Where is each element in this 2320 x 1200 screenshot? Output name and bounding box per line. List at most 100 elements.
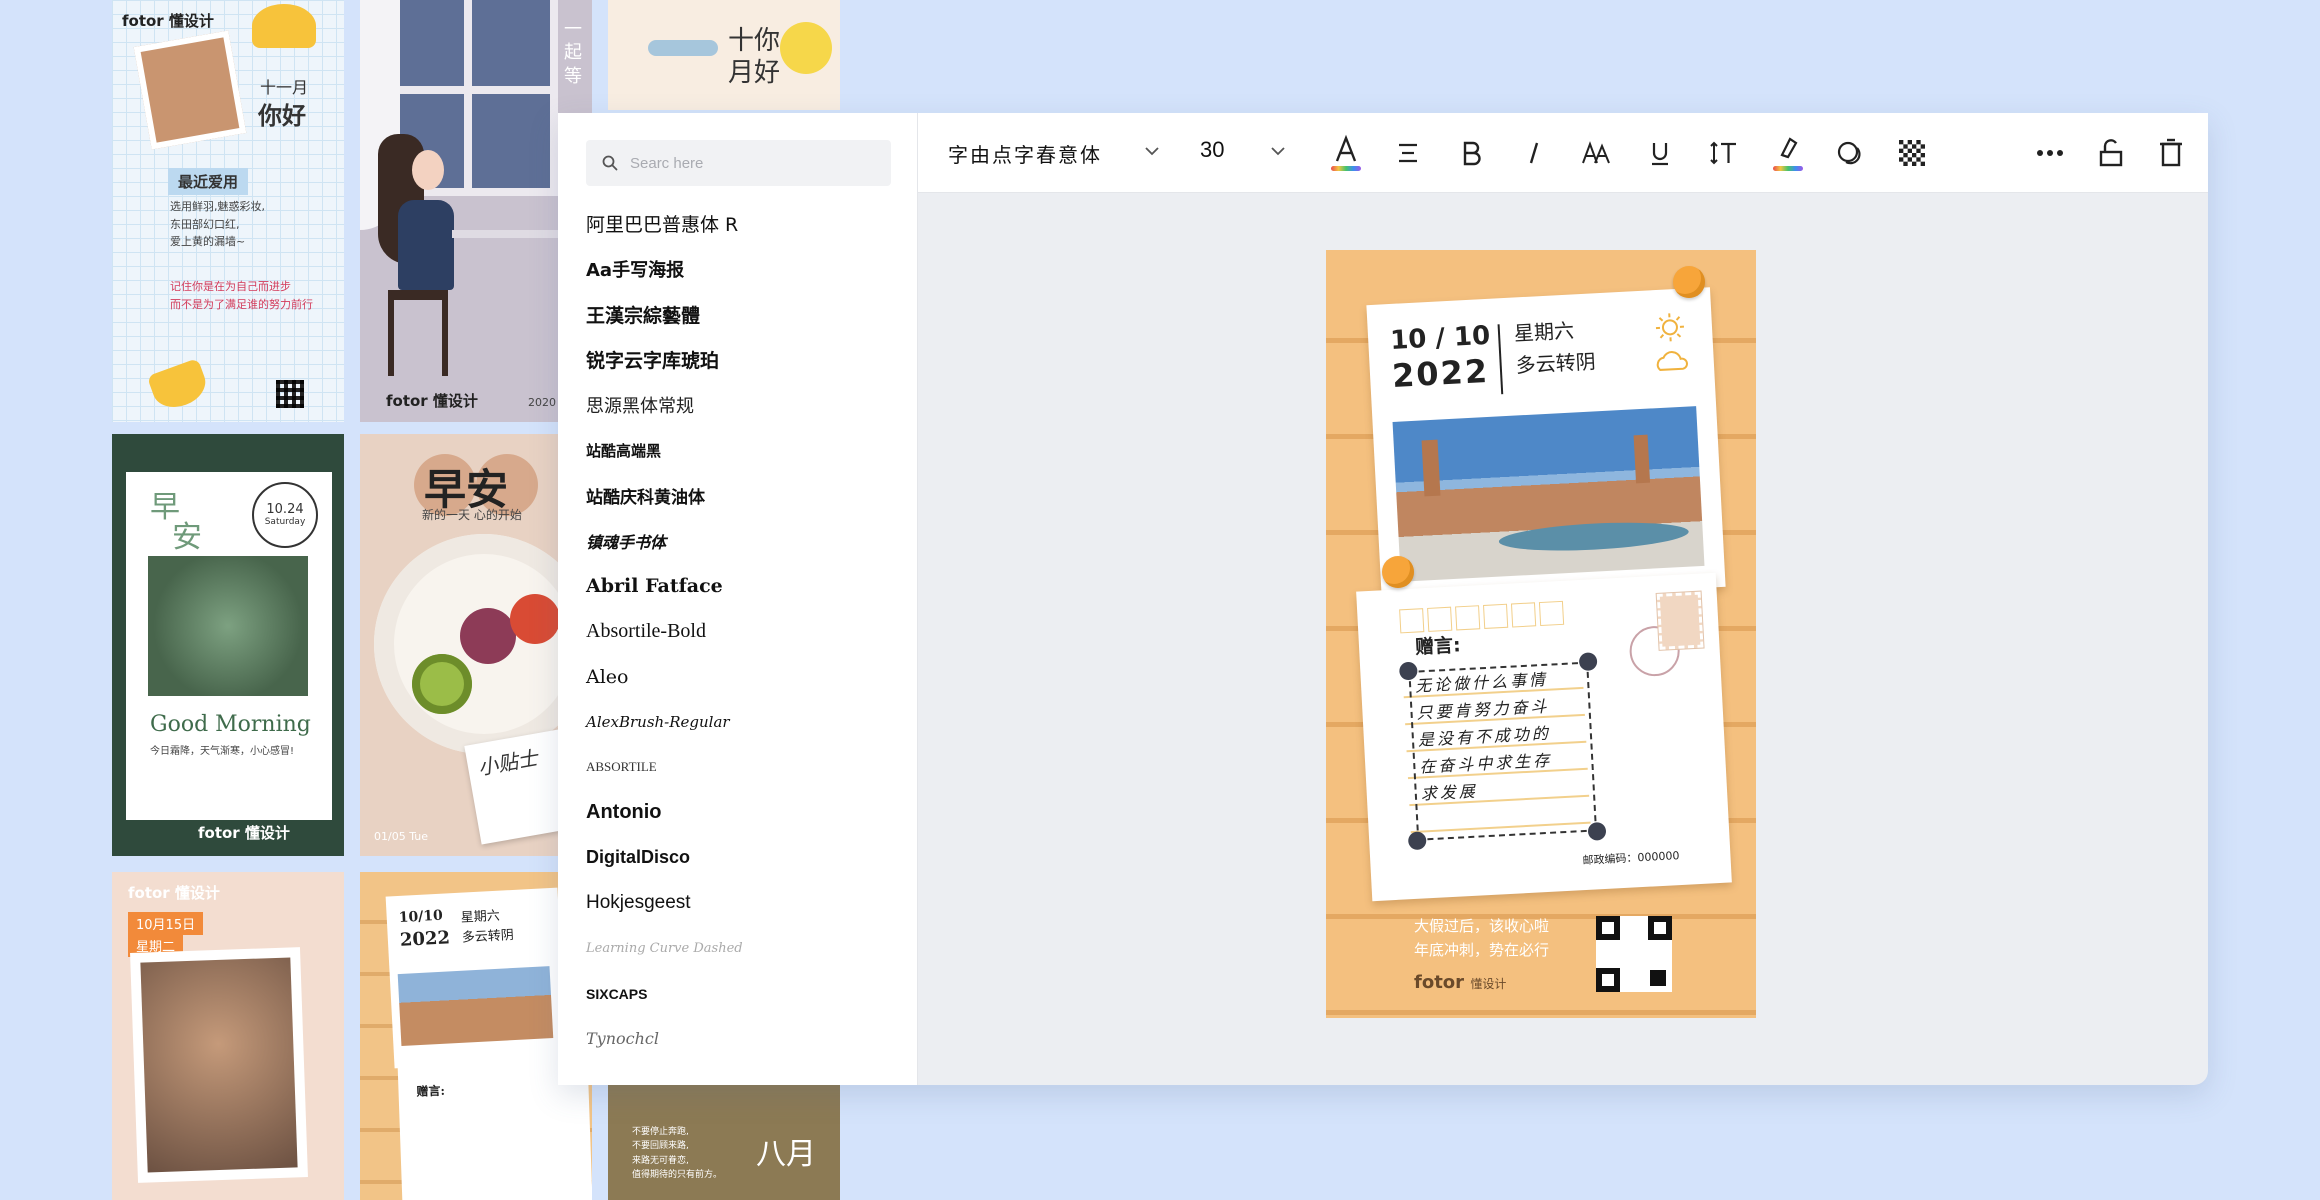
photo-card[interactable]: 10 / 10 2022 星期六 多云转阴 — [1366, 287, 1726, 605]
delete-button[interactable] — [2149, 131, 2193, 175]
template-card-november[interactable]: 十你 月好 — [608, 0, 840, 110]
date-circle: 10.24 Saturday — [252, 482, 318, 548]
more-icon — [2037, 150, 2063, 156]
template-greeting: Good Morning — [150, 712, 311, 737]
underline-icon — [1652, 143, 1668, 166]
font-option[interactable]: Aa手写海报 — [586, 246, 886, 291]
italic-icon — [1529, 142, 1539, 164]
lock-button[interactable] — [2089, 131, 2133, 175]
font-picker-panel: 阿里巴巴普惠体 RAa手写海报王漢宗綜藝體锐字云字库琥珀思源黑体常规站酷高端黑站… — [558, 113, 918, 1085]
text-color-button[interactable] — [1324, 131, 1368, 175]
template-card-beauty[interactable]: fotor 懂设计 十一月 你好 最近爱用 选用鲜羽,魅惑彩妆, 东田部幻口红,… — [112, 0, 344, 422]
pushpin-icon — [1382, 556, 1414, 588]
font-option[interactable]: Tynochcl — [586, 1016, 886, 1061]
font-option[interactable]: 站酷高端黑 — [586, 427, 886, 472]
font-option[interactable]: Learning Curve Dashed — [586, 926, 886, 971]
font-option[interactable]: 镇魂手书体 — [586, 518, 886, 563]
date-divider — [1497, 324, 1504, 395]
sun-decoration — [780, 22, 832, 74]
letter-case-button[interactable] — [1574, 131, 1618, 175]
template-tag: 最近爱用 — [168, 168, 249, 195]
font-option[interactable]: 站酷庆科黄油体 — [586, 473, 886, 518]
stamp-icon — [1655, 590, 1705, 651]
font-option[interactable]: DigitalDisco — [586, 835, 886, 880]
font-option[interactable]: Aleo — [586, 654, 886, 699]
poster-brand-logo[interactable]: fotor 懂设计 — [1414, 972, 1506, 993]
transparency-button[interactable] — [1890, 131, 1934, 175]
template-date: 01/05 Tue — [374, 830, 428, 843]
delete-icon — [2160, 138, 2182, 167]
font-option[interactable]: SIXCAPS — [586, 971, 886, 1016]
footer-line: 年底冲刺，势在必行 — [1414, 941, 1550, 959]
font-option[interactable]: AlexBrush-Regular — [586, 699, 886, 744]
template-body-line: 东田部幻口红, — [170, 217, 240, 231]
text-toolbar: 字由点字春意体 30 — [918, 113, 2208, 193]
qr-code[interactable] — [1596, 916, 1672, 992]
resize-handle-top-right[interactable] — [1578, 652, 1598, 672]
font-option[interactable]: 思源黑体常规 — [586, 382, 886, 427]
template-body: 不要停止奔跑, 不要回顾来路, 来路无可眷恋, 值得期待的只有前方。 — [632, 1125, 722, 1183]
note-title: 小贴士 — [476, 745, 540, 780]
eyeshadow-palette-photo — [133, 30, 247, 150]
berry-fruit — [510, 594, 560, 644]
font-search-input[interactable] — [630, 150, 870, 176]
italic-button[interactable] — [1512, 131, 1556, 175]
brand-name: fotor — [1414, 972, 1465, 993]
template-card-good-morning[interactable]: 早 安 10.24 Saturday Good Morning 今日霜降，天气渐寒… — [112, 434, 344, 856]
date-badge: 10月15日 — [128, 912, 204, 935]
message-card[interactable]: 赠言: 无论做什么事情 只要肯努力奋斗 是没有不成功的 在奋斗中求生存 求发展 … — [1356, 572, 1732, 902]
highlight-button[interactable] — [1766, 131, 1810, 175]
font-option[interactable]: Absortile-Bold — [586, 609, 886, 654]
poster-design[interactable]: 10 / 10 2022 星期六 多云转阴 赠言: 无论做什么事情 只要肯努力奋… — [1326, 250, 1756, 1018]
mini-weekday: 星期六 — [460, 908, 501, 926]
letter-case-icon — [1582, 141, 1610, 164]
template-sub: 新的一天 心的开始 — [422, 508, 522, 522]
font-option[interactable]: 锐字云字库琥珀 — [586, 337, 886, 382]
align-button[interactable] — [1386, 131, 1430, 175]
bold-button[interactable] — [1449, 131, 1493, 175]
more-button[interactable] — [2028, 131, 2072, 175]
template-brand: fotor 懂设计 — [128, 884, 220, 902]
leaf-photo — [148, 556, 308, 696]
effects-icon — [1837, 141, 1861, 165]
cloud-decoration — [648, 40, 718, 56]
cosmetics-photo — [130, 947, 308, 1183]
underline-button[interactable] — [1638, 131, 1682, 175]
plaza-photo[interactable] — [1392, 406, 1705, 582]
postcode-text[interactable]: 邮政编码：000000 — [1582, 847, 1680, 868]
poster-footer-text[interactable]: 大假过后，该收心啦 年底冲刺，势在必行 — [1414, 914, 1549, 962]
canal-shape — [1498, 518, 1690, 555]
template-title-month: 十一月 — [260, 78, 309, 97]
poster-weekday-weather[interactable]: 星期六 多云转阴 — [1513, 313, 1596, 381]
font-option[interactable]: Hokjesgeest — [586, 880, 886, 925]
template-sub: 今日霜降，天气渐寒，小心感冒! — [150, 746, 295, 757]
template-brand: fotor 懂设计 — [198, 824, 290, 842]
ginkgo-leaf-decoration — [146, 357, 212, 415]
template-brand: fotor 懂设计 — [122, 12, 214, 30]
fig-fruit — [460, 608, 516, 664]
font-option[interactable]: ABSORTILE — [586, 745, 886, 790]
chevron-down-icon[interactable] — [1268, 141, 1288, 161]
font-option[interactable]: Antonio — [586, 790, 886, 835]
effects-button[interactable] — [1828, 131, 1872, 175]
gift-label[interactable]: 赠言: — [1414, 630, 1462, 659]
girl-face — [412, 150, 444, 190]
template-card-cosmetics[interactable]: fotor 懂设计 10月15日 星期二 — [112, 872, 344, 1200]
font-size-select[interactable]: 30 — [1200, 137, 1224, 163]
font-option[interactable]: Abril Fatface — [586, 563, 886, 608]
template-body-line: 来路无可眷恋, — [632, 1155, 689, 1166]
template-body-line: 不要回顾来路, — [632, 1141, 689, 1152]
resize-handle-bottom-left[interactable] — [1407, 831, 1427, 851]
font-option[interactable]: 王漢宗綜藝體 — [586, 292, 886, 337]
poster-date[interactable]: 10 / 10 2022 — [1390, 321, 1493, 396]
line-spacing-button[interactable] — [1702, 131, 1746, 175]
chevron-down-icon[interactable] — [1142, 141, 1162, 161]
postcode-boxes — [1399, 600, 1565, 634]
date-text: 10.24 — [266, 502, 304, 517]
font-family-select[interactable]: 字由点字春意体 — [948, 139, 1102, 168]
resize-handle-bottom-right[interactable] — [1587, 821, 1607, 841]
bold-icon — [1463, 141, 1481, 166]
tower-shape — [1421, 439, 1441, 497]
font-option[interactable]: 阿里巴巴普惠体 R — [586, 201, 886, 246]
template-card-august[interactable]: 不要停止奔跑, 不要回顾来路, 来路无可眷恋, 值得期待的只有前方。 八月 — [608, 1085, 840, 1200]
